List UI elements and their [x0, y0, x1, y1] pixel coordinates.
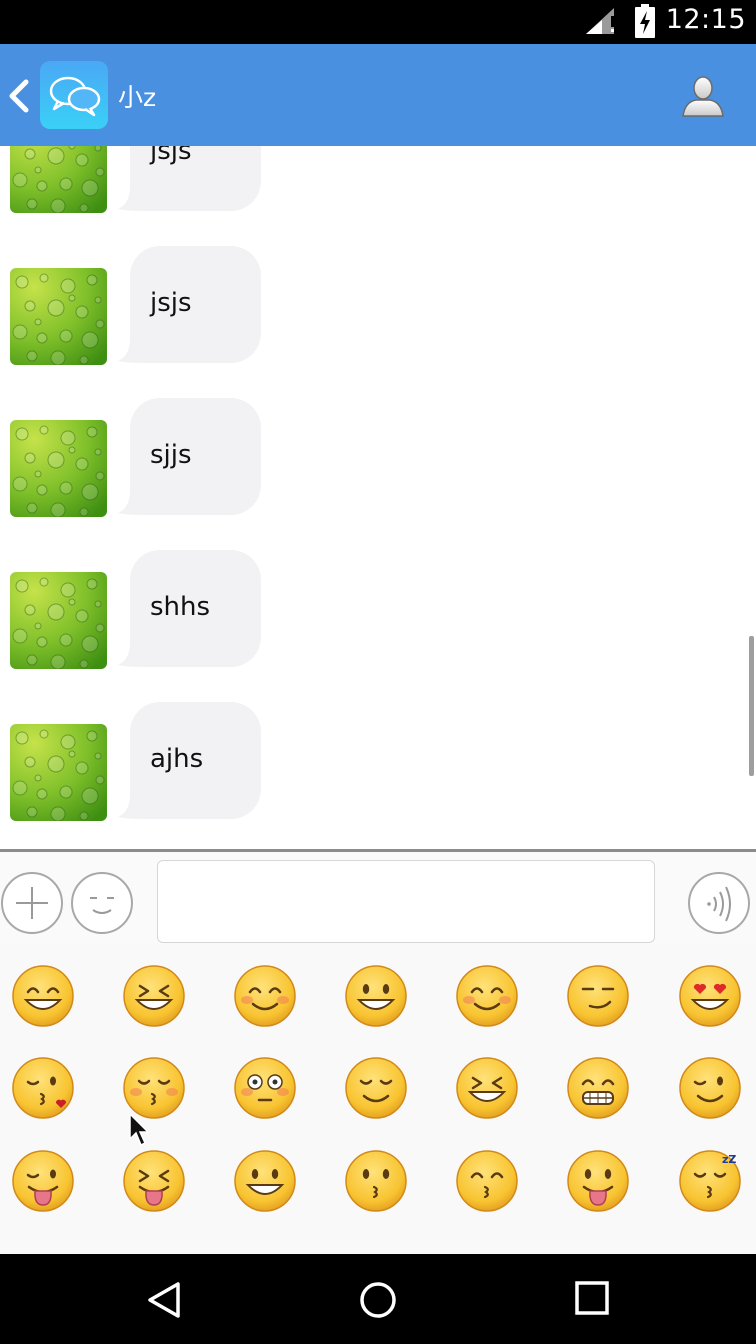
message-row: jsjs: [0, 224, 756, 376]
message-bubble[interactable]: jsjs: [118, 146, 261, 211]
smiling-face-icon[interactable]: [233, 964, 297, 1028]
message-bubble[interactable]: shhs: [118, 550, 261, 667]
tongue-face-icon[interactable]: [566, 1149, 630, 1213]
plus-icon: [16, 887, 48, 919]
avatar[interactable]: [10, 724, 107, 821]
kissing-closed-eyes-face-icon[interactable]: [122, 1056, 186, 1120]
message-row: shhs: [0, 528, 756, 680]
avatar[interactable]: [10, 572, 107, 669]
message-bubble[interactable]: ajhs: [118, 702, 261, 819]
kissing-smiling-eyes-face-icon[interactable]: [455, 1149, 519, 1213]
scrollbar[interactable]: [749, 636, 754, 776]
nav-home-icon[interactable]: [358, 1280, 398, 1320]
message-text: jsjs: [150, 288, 192, 318]
message-input[interactable]: [157, 860, 655, 943]
nav-back-icon[interactable]: [144, 1280, 184, 1320]
app-bar: 小z: [0, 44, 756, 146]
message-text: ajhs: [150, 744, 204, 774]
avatar[interactable]: [10, 146, 107, 213]
contact-profile-icon[interactable]: [680, 74, 726, 120]
signal-icon: [586, 8, 614, 34]
kissing-face-icon[interactable]: [344, 1149, 408, 1213]
grinning-face-icon[interactable]: [11, 964, 75, 1028]
blushing-face-icon[interactable]: [455, 964, 519, 1028]
heart-eyes-face-icon[interactable]: [678, 964, 742, 1028]
voice-wave-icon: [707, 886, 731, 922]
relieved-face-icon[interactable]: [344, 1056, 408, 1120]
input-bar: [0, 849, 756, 944]
message-bubble[interactable]: jsjs: [118, 246, 261, 363]
avatar[interactable]: [10, 420, 107, 517]
emoji-panel: zZ: [0, 944, 756, 1254]
flushed-face-icon[interactable]: [233, 1056, 297, 1120]
message-list[interactable]: jsjs jsjs sjjs shhs ajhs: [0, 146, 756, 849]
add-attachment-button[interactable]: [1, 872, 63, 934]
back-arrow-icon[interactable]: [4, 78, 36, 114]
mouse-cursor-icon: [129, 1113, 150, 1147]
laughing-face-icon[interactable]: [122, 964, 186, 1028]
nav-recent-apps-icon[interactable]: [574, 1280, 610, 1316]
smirking-face-icon[interactable]: [566, 964, 630, 1028]
avatar[interactable]: [10, 268, 107, 365]
chat-title: 小z: [118, 83, 157, 112]
message-text: sjjs: [150, 440, 192, 470]
chat-bubbles-icon: [49, 76, 101, 117]
app-logo: [40, 61, 108, 129]
smiley-outline-icon: [90, 897, 114, 914]
message-row: ajhs: [0, 680, 756, 832]
laughing-squint-face-icon[interactable]: [455, 1056, 519, 1120]
winking-tongue-face-icon[interactable]: [11, 1149, 75, 1213]
winking-face-icon[interactable]: [678, 1056, 742, 1120]
sleeping-face-icon[interactable]: zZ: [678, 1149, 742, 1213]
chat-screen: 12:15 小z jsjs jsjs sjjs shhs ajhs zZ: [0, 0, 756, 1344]
message-text: shhs: [150, 592, 211, 622]
emoji-toggle-button[interactable]: [71, 872, 133, 934]
status-time: 12:15: [665, 4, 746, 35]
svg-text:zZ: zZ: [722, 1153, 736, 1166]
message-row: sjjs: [0, 376, 756, 528]
grinning-big-face-icon[interactable]: [233, 1149, 297, 1213]
battery-icon: [635, 4, 655, 38]
message-bubble[interactable]: sjjs: [118, 398, 261, 515]
navigation-bar: [0, 1254, 756, 1344]
grimacing-face-icon[interactable]: [566, 1056, 630, 1120]
status-bar: 12:15: [0, 0, 756, 44]
smiley-face-icon[interactable]: [344, 964, 408, 1028]
message-text: jsjs: [150, 146, 192, 166]
kissing-heart-face-icon[interactable]: [11, 1056, 75, 1120]
squinting-tongue-face-icon[interactable]: [122, 1149, 186, 1213]
message-row: jsjs: [0, 146, 756, 224]
voice-input-button[interactable]: [688, 872, 750, 934]
